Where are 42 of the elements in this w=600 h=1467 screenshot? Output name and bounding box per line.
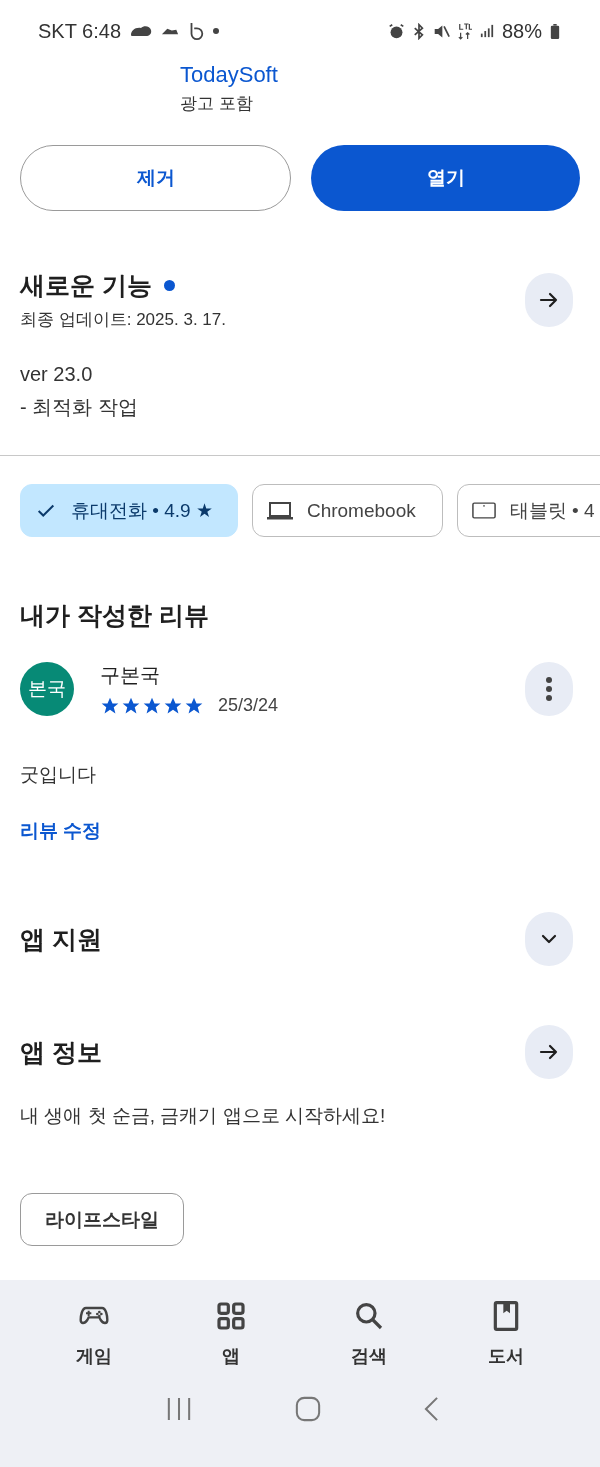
signal-icon xyxy=(479,24,494,38)
uninstall-button[interactable]: 제거 xyxy=(20,145,291,211)
release-note: - 최적화 작업 xyxy=(20,395,138,420)
recent-apps-icon[interactable] xyxy=(166,1397,193,1421)
review-text: 굿입니다 xyxy=(20,763,96,787)
dot-icon xyxy=(213,28,220,34)
nav-tab[interactable]: 도서 xyxy=(461,1300,552,1368)
tablet-icon xyxy=(471,501,496,520)
status-time: SKT 6:48 xyxy=(38,19,122,43)
more-options-icon[interactable] xyxy=(525,662,573,716)
open-button[interactable]: 열기 xyxy=(311,145,580,211)
section-title: 앱 정보 xyxy=(20,1036,102,1068)
reviewer-name: 구본국 xyxy=(100,663,160,688)
nav-tab[interactable]: 앱 xyxy=(186,1300,277,1368)
battery-percent: 88% xyxy=(501,19,542,43)
device-chip[interactable]: 휴대전화 • 4.9 ★ xyxy=(20,484,238,537)
laptop-icon xyxy=(266,500,293,521)
device-chip[interactable]: 태블릿 • 4 xyxy=(456,484,600,537)
bluetooth-icon xyxy=(412,22,425,40)
ads-notice: 광고 포함 xyxy=(180,93,253,115)
back-icon[interactable] xyxy=(423,1396,439,1422)
update-date: 최종 업데이트: 2025. 3. 17. xyxy=(20,309,226,331)
section-title: 새로운 기능 xyxy=(20,270,152,301)
arrow-right-icon[interactable] xyxy=(525,1025,573,1079)
lte-signal-icon xyxy=(457,22,472,40)
release-note: ver 23.0 xyxy=(20,363,93,386)
device-chip[interactable]: Chromebook xyxy=(251,484,443,537)
review-date: 25/3/24 xyxy=(218,695,279,716)
alarm-icon xyxy=(387,22,405,40)
edit-review-link[interactable]: 리뷰 수정 xyxy=(20,818,102,844)
nav-tab[interactable]: 게임 xyxy=(48,1300,139,1368)
section-title: 앱 지원 xyxy=(20,923,102,955)
arrow-right-icon[interactable] xyxy=(525,273,573,327)
battery-icon xyxy=(550,22,560,40)
category-tag[interactable]: 라이프스타일 xyxy=(20,1193,184,1246)
apps-grid-icon xyxy=(215,1300,248,1332)
app-description: 내 생애 첫 순금, 금캐기 앱으로 시작하세요! xyxy=(19,1104,387,1128)
section-title: 내가 작성한 리뷰 xyxy=(20,600,209,631)
home-icon[interactable] xyxy=(295,1396,321,1422)
developer-link[interactable]: TodaySoft xyxy=(180,62,278,88)
user-avatar: 본국 xyxy=(20,662,74,716)
nav-tab[interactable]: 검색 xyxy=(323,1300,414,1368)
